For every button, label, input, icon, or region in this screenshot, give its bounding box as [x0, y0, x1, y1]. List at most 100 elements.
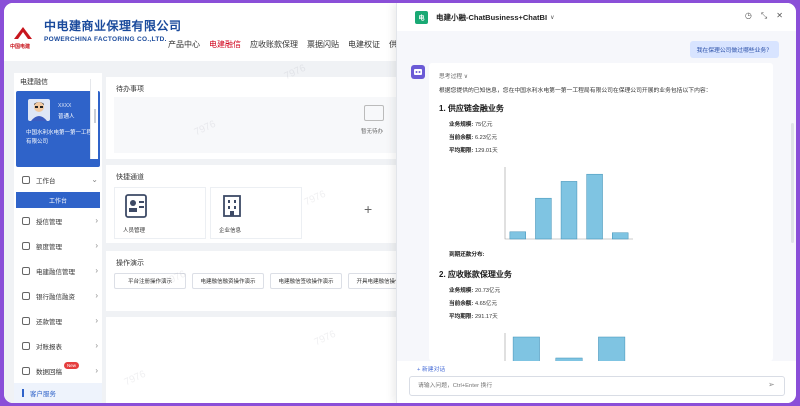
nav-item[interactable]: 应收账款保理 [250, 39, 298, 50]
menu-icon [22, 216, 30, 225]
factoring-portal: 中国电建 中电建商业保理有限公司 POWERCHINA FACTORING CO… [4, 3, 396, 403]
chevron-down-icon: ⌄ [91, 175, 98, 184]
chat-title[interactable]: 电建小融-ChatBusiness+ChatBI [436, 12, 547, 23]
chart-bar [612, 232, 629, 240]
company-name: 中电建商业保理有限公司 [44, 19, 182, 33]
sidebar-item-label: 对账报表 [36, 343, 62, 351]
chart-bar [512, 336, 540, 361]
menu-icon [22, 241, 30, 250]
todo-empty-text: 暂无待办 [361, 129, 384, 135]
chevron-right-icon: › [95, 241, 98, 250]
sidebar-item-label: 银行融信融资 [36, 293, 75, 301]
demo-button-issue[interactable]: 开具电建融信操作演示 [348, 273, 396, 289]
avatar [28, 99, 50, 121]
sidebar-item[interactable]: 还款管理 › [14, 308, 102, 333]
chat-messages: 我在保理公司做过哪些业务？ 思考过程 ∨ 根据您提供的已知信息，您在中国水利水电… [397, 31, 796, 361]
sidebar-header: 电建融信 ⊞ [14, 73, 102, 91]
sidebar-item[interactable]: 数据回稿 New › [14, 358, 102, 383]
demo-button-financing[interactable]: 电建融信融资操作演示 [192, 273, 264, 289]
bar-chart-supply-chain [489, 159, 639, 247]
sidebar-subitem-workbench[interactable]: 工作台 [16, 192, 100, 208]
sidebar-item-label: 工作台 [36, 177, 56, 185]
nav-item[interactable]: 电建融信 [209, 39, 241, 50]
sidebar-item[interactable]: 电建融信管理 › [14, 258, 102, 283]
new-badge: New [64, 362, 80, 369]
demo-button-register[interactable]: 平台注册操作演示 [114, 273, 186, 289]
todo-empty-area: 暂无待办 [114, 97, 396, 153]
metric-row: 当前余额: 4.65亿元 [449, 301, 498, 307]
chevron-right-icon: › [95, 366, 98, 375]
thinking-toggle[interactable]: 思考过程 ∨ [439, 71, 468, 80]
sidebar-item-label: 数据回稿 [36, 368, 62, 376]
metric-row: 业务规模: 20.73亿元 [449, 288, 501, 294]
logo-mark-caption: 中国电建 [10, 44, 31, 50]
quick-item-label: 企业信息 [219, 228, 242, 234]
chart-bar [560, 181, 578, 240]
repayment-distribution-label: 到期还款分布: [449, 252, 485, 258]
empty-box-icon [364, 105, 384, 121]
user-name: XXXX [58, 103, 72, 109]
quick-title: 快捷通道 [116, 174, 144, 181]
chevron-right-icon: › [95, 266, 98, 275]
section-title: 1. 供应链金融业务 [439, 104, 504, 113]
sidebar-item-label: 还款管理 [36, 318, 62, 326]
user-message: 我在保理公司做过哪些业务？ [689, 41, 779, 58]
grip-line [94, 109, 96, 123]
section-title: 2. 应收账款保理业务 [439, 270, 512, 279]
menu-icon [22, 266, 30, 275]
sidebar-item-customer-service[interactable]: 客户服务 [14, 383, 102, 403]
chart-bar [555, 357, 583, 361]
sidebar-menu: 工作台 ⌄ 工作台 授信管理 › 额度管理 › 电建融信管理 › 银行融信融资 › 还款管理 › 对账报表… [14, 167, 102, 383]
nav-item[interactable]: 票据闪贴 [307, 39, 339, 50]
sidebar-item[interactable]: 工作台 ⌄ [14, 167, 102, 192]
chart-bar [598, 336, 626, 361]
metric-row: 平均期限: 291.17天 [449, 314, 498, 320]
expand-icon[interactable]: ⤡ [761, 11, 767, 21]
nav-item[interactable]: 产品中心 [168, 39, 200, 50]
bot-avatar-icon [411, 65, 425, 79]
app-frame: 中国电建 中电建商业保理有限公司 POWERCHINA FACTORING CO… [4, 3, 796, 403]
demo-title: 操作演示 [116, 260, 144, 267]
user-card: XXXX 普通人 中国水利水电第一第一工程局有限公司 [16, 91, 100, 167]
close-icon[interactable]: ✕ [776, 11, 783, 21]
nav-item[interactable]: 供应商应 [389, 39, 396, 50]
chat-scrollbar[interactable] [791, 123, 794, 243]
lower-card [106, 317, 396, 403]
quick-item-enterprise[interactable]: 企业信息 [210, 187, 302, 239]
todo-title: 待办事项 [116, 86, 144, 93]
sidebar-item-label: 授信管理 [36, 218, 62, 226]
chart-bar [509, 231, 526, 240]
menu-icon [22, 291, 30, 300]
sidebar-item[interactable]: 对账报表 › [14, 333, 102, 358]
send-icon[interactable]: ➢ [768, 380, 775, 389]
chevron-right-icon: › [95, 341, 98, 350]
demo-button-sign[interactable]: 电建融信签收操作演示 [270, 273, 342, 289]
sidebar: 电建融信 ⊞ XXXX 普通人 中国水利水电第一第一工程局有限公司 工作台⌄工作… [14, 73, 102, 403]
chat-header-tools: ◷ ⤡ ✕ [745, 11, 783, 21]
user-role: 普通人 [58, 114, 75, 120]
chat-logo-icon: 电 [415, 10, 428, 24]
sidebar-item[interactable]: 授信管理 › [14, 208, 102, 233]
personnel-icon [125, 194, 147, 218]
nav-item[interactable]: 电建权证 [348, 39, 380, 50]
history-icon[interactable]: ◷ [745, 11, 752, 21]
sidebar-item[interactable]: 额度管理 › [14, 233, 102, 258]
chat-header: 电 电建小融-ChatBusiness+ChatBI ∨ ◷ ⤡ ✕ [397, 3, 796, 31]
bot-answer: 思考过程 ∨ 根据您提供的已知信息，您在中国水利水电第一第一工程局有限公司在保理… [429, 63, 773, 361]
bar-chart-receivables [489, 325, 639, 361]
metric-row: 平均期限: 129.01天 [449, 148, 498, 154]
chat-input[interactable] [409, 376, 785, 396]
chevron-right-icon: › [95, 291, 98, 300]
powerchina-logo-icon [14, 27, 32, 39]
company-name-en: POWERCHINA FACTORING CO.,LTD. [44, 36, 167, 43]
chevron-down-icon[interactable]: ∨ [550, 14, 554, 21]
sidebar-item-label: 额度管理 [36, 243, 62, 251]
quick-item-personnel[interactable]: 人员管理 [114, 187, 206, 239]
menu-icon [22, 341, 30, 350]
chart-bar [586, 173, 603, 240]
sidebar-resize-handle[interactable] [90, 79, 98, 159]
new-chat-button[interactable]: + 新建对话 [417, 364, 445, 373]
add-shortcut-icon[interactable]: + [364, 201, 372, 217]
sidebar-item[interactable]: 银行融信融资 › [14, 283, 102, 308]
answer-intro: 根据您提供的已知信息，您在中国水利水电第一第一工程局有限公司在保理公司开展的业务… [439, 88, 712, 94]
